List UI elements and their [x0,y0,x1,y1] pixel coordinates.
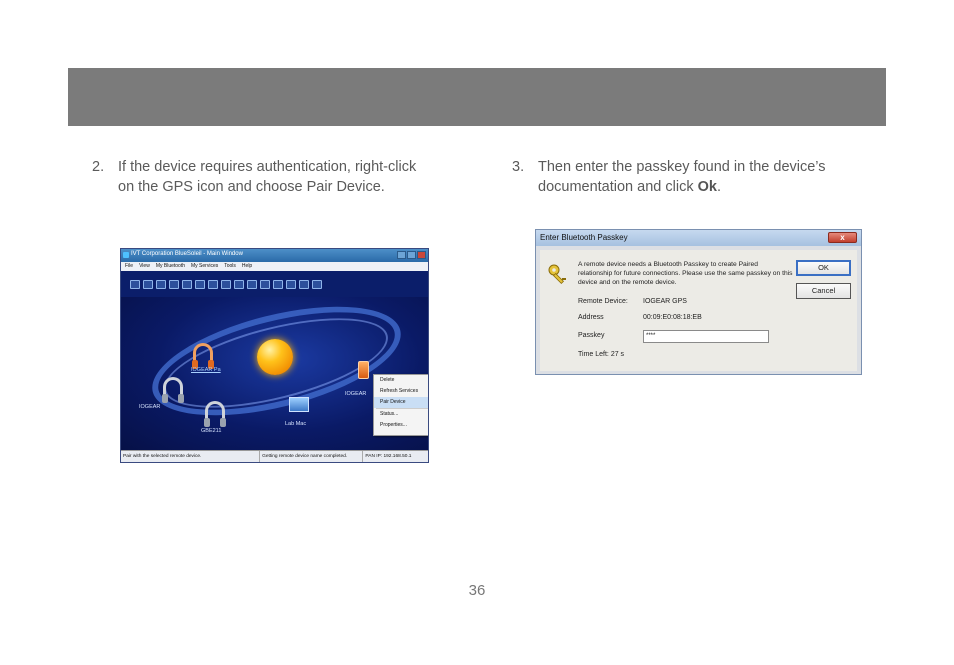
device-label-3: GBE211 [201,428,222,434]
bluesoleil-app-icon [123,252,129,258]
service-icon[interactable] [208,280,218,289]
service-icon[interactable] [299,280,309,289]
cancel-button[interactable]: Cancel [796,283,851,299]
headset-icon [192,343,214,369]
menu-item-status[interactable]: Status... [374,409,428,420]
context-menu: Delete Refresh Services Pair Device Stat… [373,374,428,436]
menu-item-refresh-services[interactable]: Refresh Services [374,386,428,397]
service-icon[interactable] [195,280,205,289]
step-3-text-start: Then enter the passkey found in the devi… [538,159,826,195]
step-3-ok-emphasis: Ok [697,179,717,195]
service-icon[interactable] [260,280,270,289]
remote-device-label: Remote Device: [578,298,628,305]
page-number: 36 [468,582,486,599]
status-message: Getting remote device name completed. [260,451,364,462]
service-toolbar [121,271,428,297]
service-icon[interactable] [169,280,179,289]
menu-item-properties[interactable]: Properties... [374,420,428,431]
menu-my-bluetooth[interactable]: My Bluetooth [156,262,185,271]
time-left-text: Time Left: [578,351,609,358]
menu-item-delete[interactable]: Delete [374,375,428,386]
service-icon[interactable] [273,280,283,289]
step-3-number: 3. [512,159,525,175]
device-headset-1[interactable] [192,343,214,369]
menu-view[interactable]: View [139,262,150,271]
service-icon[interactable] [221,280,231,289]
menu-my-services[interactable]: My Services [191,262,218,271]
headset-icon [204,401,226,427]
service-icon[interactable] [286,280,296,289]
bluesoleil-titlebar: IVT Corporation BlueSoleil - Main Window [121,249,428,262]
device-label-1: IOGEAR Pa [191,367,221,373]
service-icon[interactable] [182,280,192,289]
headset-icon [162,377,184,403]
dialog-body: A remote device needs a Bluetooth Passke… [540,250,857,371]
address-value: 00:09:E0:08:18:EB [643,314,702,321]
bluesoleil-menubar: File View My Bluetooth My Services Tools… [121,262,428,271]
passkey-label: Passkey [578,332,605,339]
minimize-icon[interactable] [397,251,406,259]
header-banner [68,68,886,126]
status-bar: Pair with the selected remote device. Ge… [121,450,428,462]
dialog-message: A remote device needs a Bluetooth Passke… [578,261,793,286]
device-gps[interactable] [358,361,369,379]
dialog-titlebar: Enter Bluetooth Passkey x [536,230,861,246]
local-device-sun-icon[interactable] [257,339,293,375]
time-left-value: 27 s [610,351,625,358]
dialog-title: Enter Bluetooth Passkey [540,233,628,242]
service-icon[interactable] [234,280,244,289]
menu-help[interactable]: Help [242,262,252,271]
address-label: Address [578,314,604,321]
status-pan-ip: PAN IP: 192.168.50.1 [365,454,412,459]
device-label-5: IOGEAR [345,391,367,397]
device-headset-2[interactable] [162,377,184,403]
remote-device-value: IOGEAR GPS [643,298,687,305]
window-controls [397,251,426,259]
device-label-4: Lab Mac [285,421,307,427]
key-icon [548,264,566,285]
service-icon[interactable] [130,280,140,289]
step-3-text: Then enter the passkey found in the devi… [538,157,868,197]
maximize-icon[interactable] [407,251,416,259]
service-icon[interactable] [247,280,257,289]
bluesoleil-window-title: IVT Corporation BlueSoleil - Main Window [131,251,243,257]
passkey-dialog: Enter Bluetooth Passkey x A remote devic… [535,229,862,375]
status-hint: Pair with the selected remote device. [121,451,261,462]
device-computer[interactable] [289,397,309,412]
step-2-number: 2. [92,159,105,175]
device-headset-3[interactable] [204,401,226,427]
menu-file[interactable]: File [125,262,133,271]
service-icon[interactable] [312,280,322,289]
service-icon[interactable] [143,280,153,289]
computer-icon [289,397,309,412]
step-3-text-end: . [716,179,721,195]
menu-tools[interactable]: Tools [224,262,236,271]
ok-button[interactable]: OK [796,260,851,276]
bluesoleil-screenshot: IVT Corporation BlueSoleil - Main Window… [120,248,429,463]
service-icon[interactable] [156,280,166,289]
passkey-input[interactable]: **** [643,330,769,343]
close-button[interactable]: x [828,232,857,243]
menu-item-pair-device[interactable]: Pair Device [374,397,428,408]
close-icon[interactable] [417,251,426,259]
time-left-label: Time Left: 27 s [578,351,624,358]
device-label-2: IOGEAR [139,404,161,410]
step-2-text: If the device requires authentication, r… [118,159,417,195]
gps-icon [358,361,369,379]
